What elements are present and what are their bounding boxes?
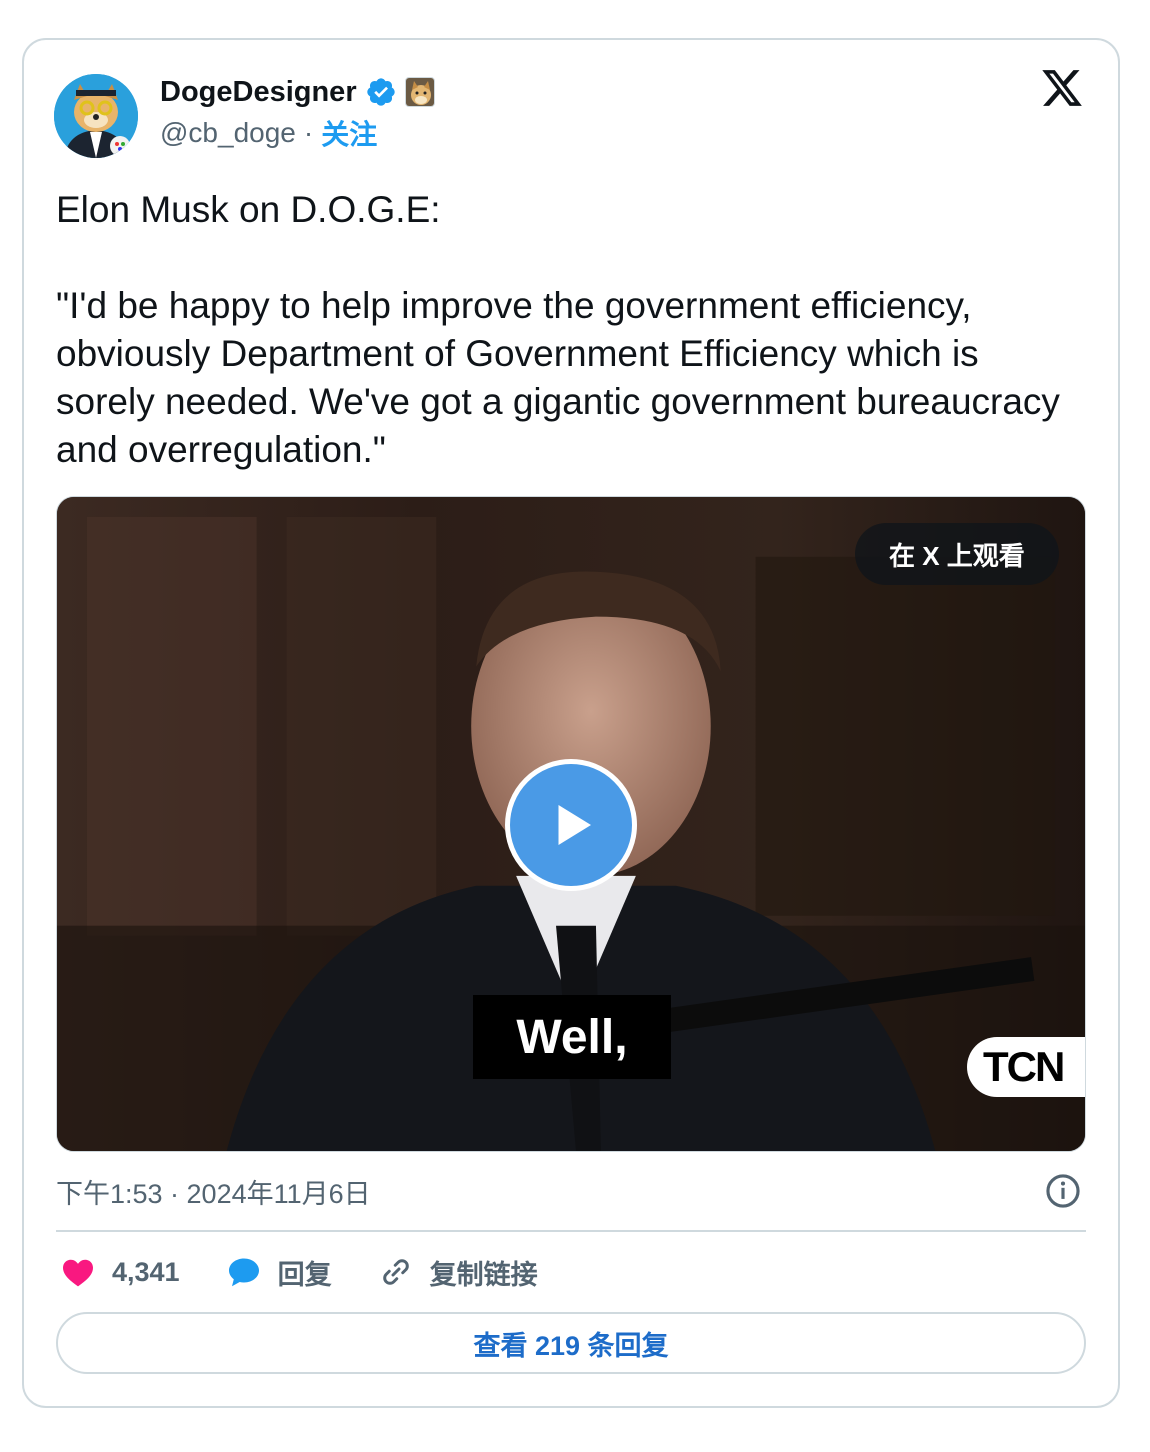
action-bar: 4,341 回复 复制链接 — [60, 1252, 584, 1292]
like-button[interactable]: 4,341 — [60, 1254, 180, 1290]
author-handle-row: @cb_doge · 关注 — [160, 114, 377, 152]
tcn-watermark: TCN — [967, 1037, 1085, 1097]
handle-separator: · — [303, 117, 314, 148]
heart-icon — [63, 1259, 93, 1287]
follow-button[interactable]: 关注 — [321, 113, 377, 153]
view-replies-button[interactable]: 查看 219 条回复 — [56, 1312, 1086, 1374]
tweet-timestamp[interactable]: 下午1:53 · 2024年11月6日 — [56, 1172, 371, 1211]
x-logo-icon[interactable] — [1040, 66, 1084, 110]
video-player[interactable]: 在 X 上观看 Well, TCN — [56, 496, 1086, 1152]
watch-on-x-button[interactable]: 在 X 上观看 — [855, 523, 1059, 585]
link-icon — [382, 1259, 409, 1285]
play-button[interactable] — [505, 759, 637, 891]
tweet-text: Elon Musk on D.O.G.E: "I'd be happy to h… — [56, 189, 1060, 470]
verified-badge-icon — [366, 78, 395, 106]
author-display-name[interactable]: DogeDesigner — [160, 76, 357, 109]
divider — [56, 1230, 1086, 1232]
reply-label: 回复 — [277, 1259, 332, 1290]
author-handle[interactable]: @cb_doge — [160, 117, 296, 149]
like-count: 4,341 — [112, 1256, 180, 1287]
video-caption: Well, — [473, 995, 671, 1079]
info-icon[interactable] — [1044, 1172, 1082, 1210]
copy-link-label: 复制链接 — [429, 1259, 538, 1290]
reply-button[interactable]: 回复 — [226, 1253, 332, 1292]
doge-badge-icon — [404, 77, 435, 107]
author-avatar[interactable] — [54, 74, 138, 158]
reply-bubble-icon — [228, 1258, 259, 1287]
author-name-row: DogeDesigner — [160, 74, 435, 110]
play-icon — [558, 805, 591, 845]
copy-link-button[interactable]: 复制链接 — [378, 1253, 538, 1292]
